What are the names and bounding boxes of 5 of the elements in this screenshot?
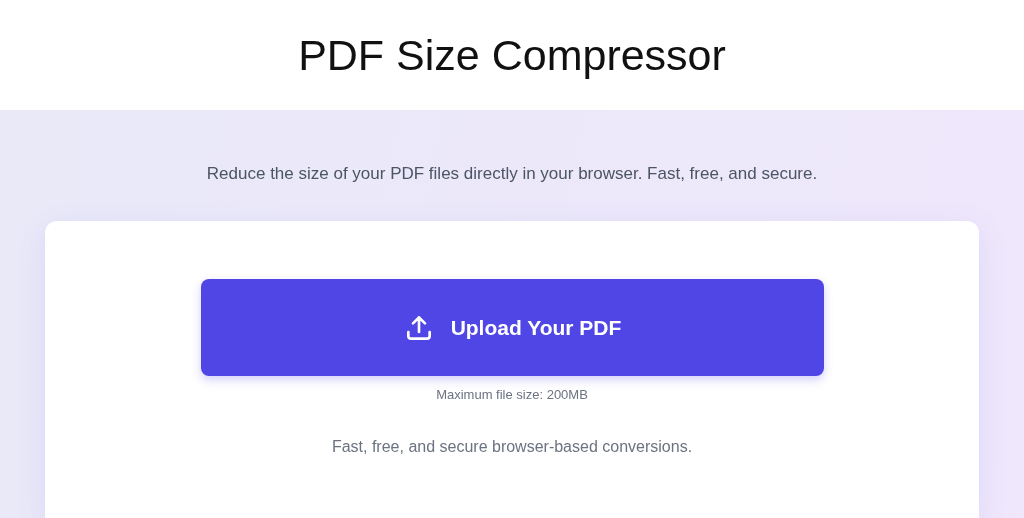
upload-button[interactable]: Upload Your PDF xyxy=(200,279,824,376)
max-file-size: Maximum file size: 200MB xyxy=(436,387,588,402)
page-title: PDF Size Compressor xyxy=(298,30,726,80)
subtitle: Reduce the size of your PDF files directly in your browser. Fast, free, and secure. xyxy=(206,164,818,184)
info-note: Fast, free, and secure browser-based conversions. xyxy=(331,438,693,456)
